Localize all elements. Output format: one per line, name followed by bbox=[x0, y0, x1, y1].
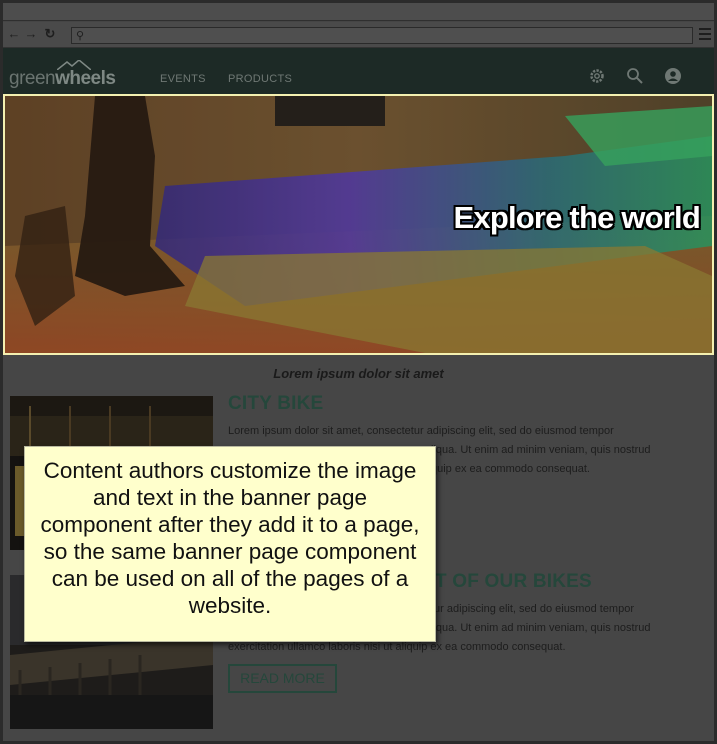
site-header: greenwheels EVENTS PRODUCTS bbox=[3, 48, 714, 94]
site-logo[interactable]: greenwheels bbox=[9, 68, 116, 90]
user-icon[interactable] bbox=[664, 67, 682, 85]
banner[interactable]: Explore the world bbox=[3, 94, 714, 355]
reload-icon[interactable]: ↻ bbox=[43, 27, 57, 41]
callout-note: Content authors customize the image and … bbox=[24, 446, 436, 642]
nav-events[interactable]: EVENTS bbox=[160, 73, 206, 85]
article-title[interactable]: T OF OUR BIKES bbox=[435, 571, 592, 593]
read-more-button[interactable]: READ MORE bbox=[228, 664, 337, 693]
nav-products[interactable]: PRODUCTS bbox=[228, 73, 292, 85]
back-arrow-icon[interactable]: ← bbox=[7, 27, 21, 41]
article-title[interactable]: CITY BIKE bbox=[228, 393, 323, 415]
browser-titlebar bbox=[3, 3, 714, 21]
browser-toolbar: ← → ↻ ⚲ bbox=[3, 22, 714, 48]
banner-title: Explore the world bbox=[453, 200, 701, 235]
forward-arrow-icon[interactable]: → bbox=[24, 27, 38, 41]
logo-text-light: green bbox=[9, 68, 56, 89]
search-icon: ⚲ bbox=[76, 30, 85, 42]
url-bar[interactable]: ⚲ bbox=[71, 27, 693, 44]
logo-text-bold: wheels bbox=[55, 68, 116, 89]
gear-icon[interactable] bbox=[588, 67, 606, 85]
mountain-icon bbox=[57, 60, 91, 70]
banner-caption: Lorem ipsum dolor sit amet bbox=[273, 366, 444, 381]
article-text-line: Lorem ipsum dolor sit amet, consectetur … bbox=[228, 425, 614, 437]
search-icon[interactable] bbox=[626, 67, 644, 85]
hamburger-menu-icon[interactable] bbox=[699, 28, 711, 40]
